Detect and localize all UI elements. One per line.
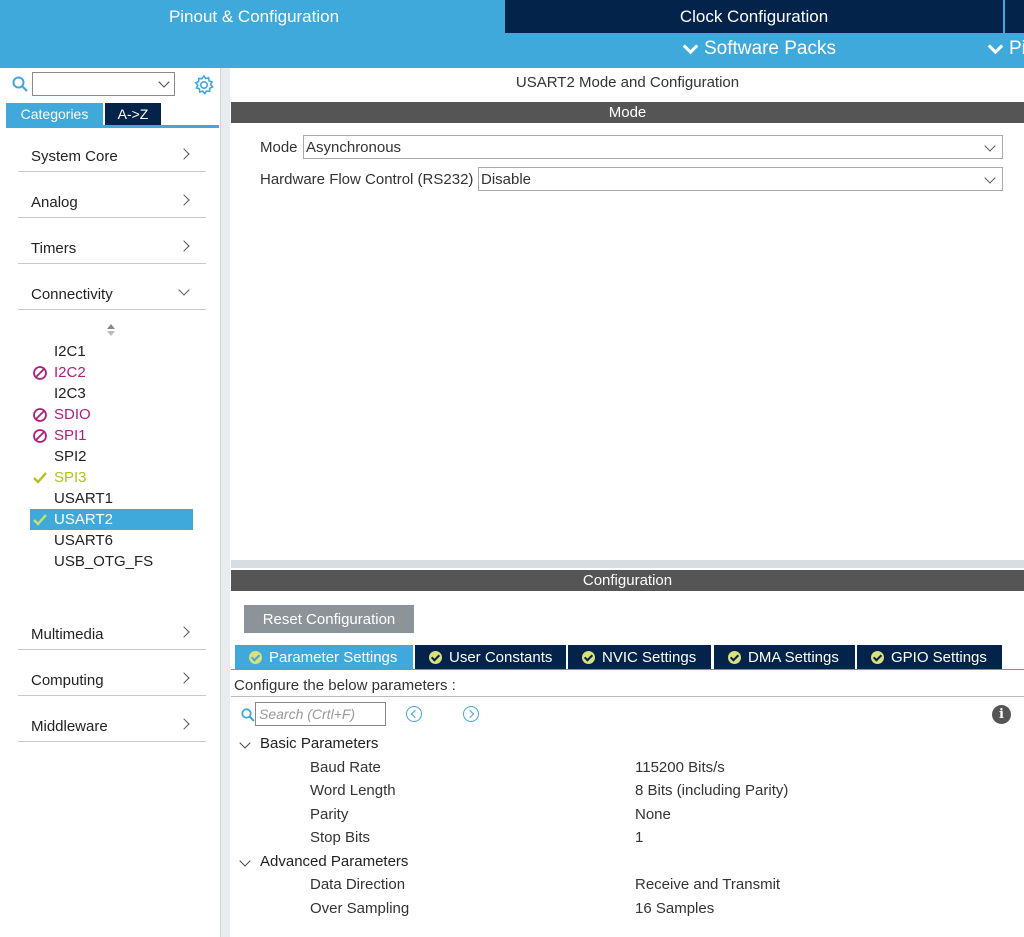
chevron-right-icon [178, 672, 190, 684]
peripheral-usart1[interactable]: USART1 [30, 488, 193, 509]
panel-splitter[interactable] [220, 68, 230, 937]
param-value[interactable]: 16 Samples [635, 900, 714, 917]
chevron-down-icon [682, 38, 699, 54]
peripheral-usart2[interactable]: USART2 [30, 509, 193, 530]
param-value[interactable]: 8 Bits (including Parity) [635, 782, 788, 799]
chevron-down-icon [987, 38, 1004, 54]
tab-categories[interactable]: Categories [6, 103, 103, 125]
param-name: Over Sampling [310, 900, 410, 917]
search-next-button[interactable] [463, 706, 479, 722]
ok-icon [582, 650, 595, 664]
peripheral-spi2[interactable]: SPI2 [30, 446, 193, 467]
category-analog[interactable]: Analog [18, 178, 206, 218]
flow-control-select[interactable]: Disable [478, 167, 1003, 191]
mode-section-header: Mode [231, 102, 1024, 123]
peripheral-sdio[interactable]: SDIO [30, 404, 193, 425]
chevron-down-icon [984, 172, 996, 184]
info-icon[interactable]: i [992, 705, 1011, 724]
tab-user-constants[interactable]: User Constants [415, 645, 566, 669]
search-previous-button[interactable] [406, 706, 422, 722]
divider [231, 696, 1024, 697]
flow-control-label: Hardware Flow Control (RS232) [260, 171, 474, 188]
chevron-down-icon [178, 284, 190, 296]
category-connectivity[interactable]: Connectivity [18, 270, 206, 310]
panel-title: USART2 Mode and Configuration [515, 74, 740, 91]
category-timers[interactable]: Timers [18, 224, 206, 264]
blocked-icon [33, 366, 47, 380]
tab-clock-configuration[interactable]: Clock Configuration [505, 0, 1003, 33]
tabs-underline [6, 125, 219, 128]
check-icon [33, 472, 47, 484]
configuration-section-header: Configuration [231, 570, 1024, 591]
chevron-down-icon [984, 140, 996, 152]
tab-parameter-settings[interactable]: Parameter Settings [235, 645, 413, 669]
pinout-menu[interactable]: Pinout [987, 38, 1024, 60]
software-packs-menu[interactable]: Software Packs [682, 38, 836, 60]
category-multimedia[interactable]: Multimedia [18, 610, 206, 650]
mode-label: Mode [260, 139, 298, 156]
peripheral-spi1[interactable]: SPI1 [30, 425, 193, 446]
tabs-underline [231, 669, 1024, 670]
category-panel: Categories A->Z System Core Analog Timer… [0, 68, 220, 937]
chevron-right-icon [178, 194, 190, 206]
peripheral-usb-otg-fs[interactable]: USB_OTG_FS [30, 551, 193, 572]
mode-configuration-panel: USART2 Mode and Configuration Mode Mode … [231, 68, 1024, 937]
param-name: Parity [310, 806, 349, 823]
peripheral-i2c3[interactable]: I2C3 [30, 383, 193, 404]
reset-configuration-button[interactable]: Reset Configuration [244, 605, 414, 633]
param-value[interactable]: None [635, 806, 671, 823]
chevron-right-icon [178, 148, 190, 160]
chevron-down-icon [239, 855, 251, 867]
peripheral-i2c2[interactable]: I2C2 [30, 362, 193, 383]
category-search-row [10, 72, 215, 98]
tab-next-partial[interactable] [1005, 0, 1024, 33]
top-bar: Pinout & Configuration Clock Configurati… [0, 0, 1024, 68]
tab-nvic-settings[interactable]: NVIC Settings [568, 645, 711, 669]
ok-icon [249, 650, 262, 664]
chevron-right-icon [178, 626, 190, 638]
tab-dma-settings[interactable]: DMA Settings [714, 645, 855, 669]
param-name: Data Direction [310, 876, 406, 893]
chevron-down-icon [158, 76, 170, 88]
category-middleware[interactable]: Middleware [18, 702, 206, 742]
param-name: Word Length [310, 782, 396, 799]
tab-a-to-z[interactable]: A->Z [105, 103, 161, 125]
tab-gpio-settings[interactable]: GPIO Settings [857, 645, 1002, 669]
parameter-search-input[interactable]: Search (Crtl+F) [255, 702, 386, 726]
section-splitter[interactable] [231, 560, 1024, 568]
check-icon [33, 514, 47, 526]
category-system-core[interactable]: System Core [18, 132, 206, 172]
peripheral-usart6[interactable]: USART6 [30, 530, 193, 551]
peripheral-spi3[interactable]: SPI3 [30, 467, 193, 488]
category-computing[interactable]: Computing [18, 656, 206, 696]
blocked-icon [33, 408, 47, 422]
tab-pinout-configuration[interactable]: Pinout & Configuration [4, 0, 504, 33]
chevron-right-icon [178, 240, 190, 252]
category-search-combo[interactable] [32, 72, 175, 96]
peripheral-i2c1[interactable]: I2C1 [30, 341, 193, 362]
mode-select[interactable]: Asynchronous [303, 135, 1003, 159]
chevron-right-icon [178, 718, 190, 730]
configure-hint: Configure the below parameters : [234, 677, 456, 694]
ok-icon [429, 650, 442, 664]
chevron-down-icon [239, 737, 251, 749]
search-icon [241, 708, 255, 722]
search-icon[interactable] [12, 76, 28, 92]
param-name: Stop Bits [310, 829, 371, 846]
param-value[interactable]: Receive and Transmit [635, 876, 780, 893]
param-value[interactable]: 1 [635, 829, 643, 846]
sort-icon[interactable] [106, 323, 116, 337]
ok-icon [728, 650, 741, 664]
param-value[interactable]: 115200 Bits/s [635, 759, 725, 776]
blocked-icon [33, 429, 47, 443]
param-name: Baud Rate [310, 759, 381, 776]
ok-icon [871, 650, 884, 664]
gear-icon[interactable] [193, 74, 215, 96]
